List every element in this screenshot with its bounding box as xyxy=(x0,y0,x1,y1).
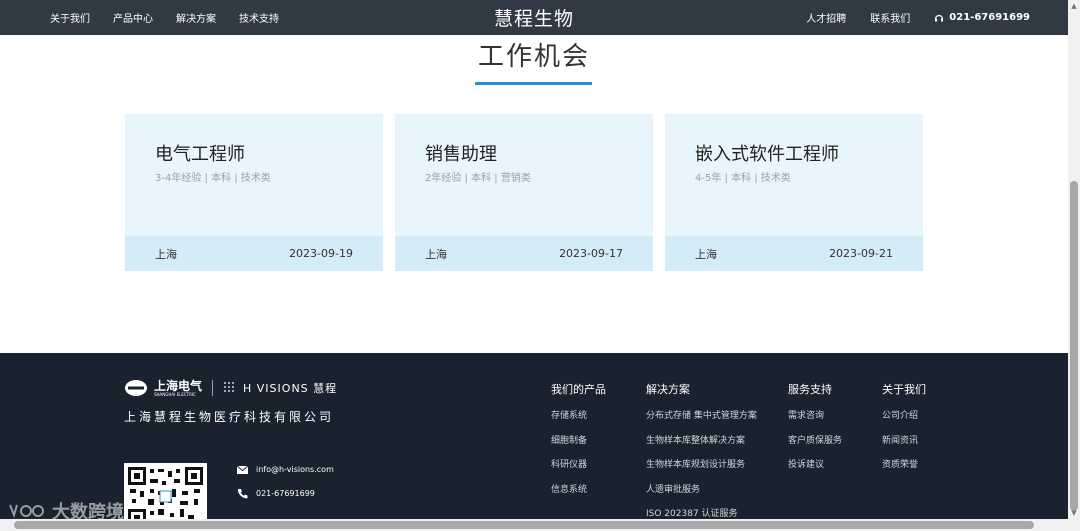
job-card-footer: 上海 2023-09-17 xyxy=(395,236,653,271)
footer-link[interactable]: 细胞制备 xyxy=(551,433,606,458)
scroll-down-arrow-icon[interactable]: ▼ xyxy=(1070,509,1078,517)
vertical-scrollbar[interactable]: ▲ ▼ xyxy=(1068,0,1080,531)
footer-link[interactable]: 存储系统 xyxy=(551,408,606,433)
footer-logo-text: 上海电气 SHANGHAI ELECTRIC xyxy=(154,380,202,397)
footer-column-about: 关于我们 公司介绍 新闻资讯 资质荣誉 xyxy=(882,381,926,482)
logo-sub-se: SHANGHAI ELECTRIC xyxy=(154,391,196,397)
job-date: 2023-09-19 xyxy=(289,247,353,260)
footer-link[interactable]: 生物样本库整体解决方案 xyxy=(646,433,757,458)
vertical-scroll-thumb[interactable] xyxy=(1070,181,1078,511)
job-date: 2023-09-17 xyxy=(559,247,623,260)
footer-link[interactable]: 人遗审批服务 xyxy=(646,482,757,507)
footer-email-text: info@h-visions.com xyxy=(256,465,334,474)
footer-phone-text: 021-67691699 xyxy=(256,489,315,498)
logo-name-hvisions: H VISIONS 慧程 xyxy=(243,382,338,395)
nav-right: 人才招聘 联系我们 021-67691699 xyxy=(806,0,1030,35)
footer-column-title: 我们的产品 xyxy=(551,383,606,396)
job-card-footer: 上海 2023-09-21 xyxy=(665,236,923,271)
mail-icon xyxy=(237,465,248,474)
job-meta: 2年经验 | 本科 | 营销类 xyxy=(425,173,531,184)
footer-link[interactable]: 信息系统 xyxy=(551,482,606,507)
footer-link[interactable]: 公司介绍 xyxy=(882,408,926,433)
section-title-underline xyxy=(475,82,592,85)
shanghai-electric-logo-icon xyxy=(125,380,147,396)
footer-link[interactable]: 客户质保服务 xyxy=(788,433,842,458)
job-meta: 4-5年 | 本科 | 技术类 xyxy=(695,173,791,184)
logo-name-se: 上海电气 xyxy=(154,378,203,393)
footer-column-title: 解决方案 xyxy=(646,383,690,396)
qr-code-icon xyxy=(128,467,203,527)
job-title: 嵌入式软件工程师 xyxy=(695,144,839,165)
horizontal-scroll-thumb[interactable] xyxy=(14,521,1034,529)
section-title: 工作机会 xyxy=(477,42,590,72)
footer-link[interactable]: 资质荣誉 xyxy=(882,457,926,482)
nav-left: 关于我们 产品中心 解决方案 技术支持 xyxy=(50,0,279,35)
job-meta: 3-4年经验 | 本科 | 技术类 xyxy=(155,173,271,184)
footer-column-products: 我们的产品 存储系统 细胞制备 科研仪器 信息系统 xyxy=(551,381,606,506)
footer-column-title: 服务支持 xyxy=(788,383,832,396)
page: 关于我们 产品中心 解决方案 技术支持 慧程生物 人才招聘 联系我们 021-6… xyxy=(0,0,1080,531)
footer-logo[interactable]: 上海电气 SHANGHAI ELECTRIC H VISIONS 慧程 xyxy=(124,379,337,397)
footer-link[interactable]: 生物样本库规划设计服务 xyxy=(646,457,757,482)
watermark-logo-icon xyxy=(9,504,44,519)
horizontal-scrollbar[interactable] xyxy=(0,519,1068,531)
nav-phone-number: 021-67691699 xyxy=(949,12,1030,23)
footer-column-support: 服务支持 需求咨询 客户质保服务 投诉建议 xyxy=(788,381,842,482)
footer-link[interactable]: 新闻资讯 xyxy=(882,433,926,458)
scroll-up-arrow-icon[interactable]: ▲ xyxy=(1070,2,1078,10)
job-card[interactable]: 嵌入式软件工程师 4-5年 | 本科 | 技术类 上海 2023-09-21 xyxy=(665,114,923,271)
top-nav: 关于我们 产品中心 解决方案 技术支持 慧程生物 人才招聘 联系我们 021-6… xyxy=(0,0,1068,35)
job-city: 上海 xyxy=(155,247,177,261)
job-date: 2023-09-21 xyxy=(829,247,893,260)
phone-icon xyxy=(237,489,248,499)
footer-phone[interactable]: 021-67691699 xyxy=(237,488,315,499)
footer-link[interactable]: 需求咨询 xyxy=(788,408,842,433)
footer-link[interactable]: 科研仪器 xyxy=(551,457,606,482)
job-city: 上海 xyxy=(425,247,447,261)
footer-column-title: 关于我们 xyxy=(882,383,926,396)
job-card-footer: 上海 2023-09-19 xyxy=(125,236,383,271)
logo-divider xyxy=(212,380,214,396)
headset-icon xyxy=(935,14,944,21)
footer-link[interactable]: 分布式存储 集中式管理方案 xyxy=(646,408,757,433)
job-title: 电气工程师 xyxy=(155,144,245,165)
nav-phone[interactable]: 021-67691699 xyxy=(934,12,1030,23)
job-card[interactable]: 电气工程师 3-4年经验 | 本科 | 技术类 上海 2023-09-19 xyxy=(125,114,383,271)
footer-column-solutions: 解决方案 分布式存储 集中式管理方案 生物样本库整体解决方案 生物样本库规划设计… xyxy=(646,381,757,531)
footer-email[interactable]: info@h-visions.com xyxy=(237,465,334,474)
nav-link-careers[interactable]: 人才招聘 xyxy=(806,10,846,25)
nav-link-support[interactable]: 技术支持 xyxy=(239,10,279,25)
nav-link-contact[interactable]: 联系我们 xyxy=(870,10,910,25)
footer-link[interactable]: 投诉建议 xyxy=(788,457,842,482)
h-visions-dots-icon xyxy=(224,382,235,392)
job-card[interactable]: 销售助理 2年经验 | 本科 | 营销类 上海 2023-09-17 xyxy=(395,114,653,271)
job-title: 销售助理 xyxy=(425,144,497,165)
nav-link-products[interactable]: 产品中心 xyxy=(113,10,153,25)
nav-link-about[interactable]: 关于我们 xyxy=(50,10,90,25)
nav-link-solutions[interactable]: 解决方案 xyxy=(176,10,216,25)
job-city: 上海 xyxy=(695,247,717,261)
company-name: 上海慧程生物医疗科技有限公司 xyxy=(124,410,335,424)
